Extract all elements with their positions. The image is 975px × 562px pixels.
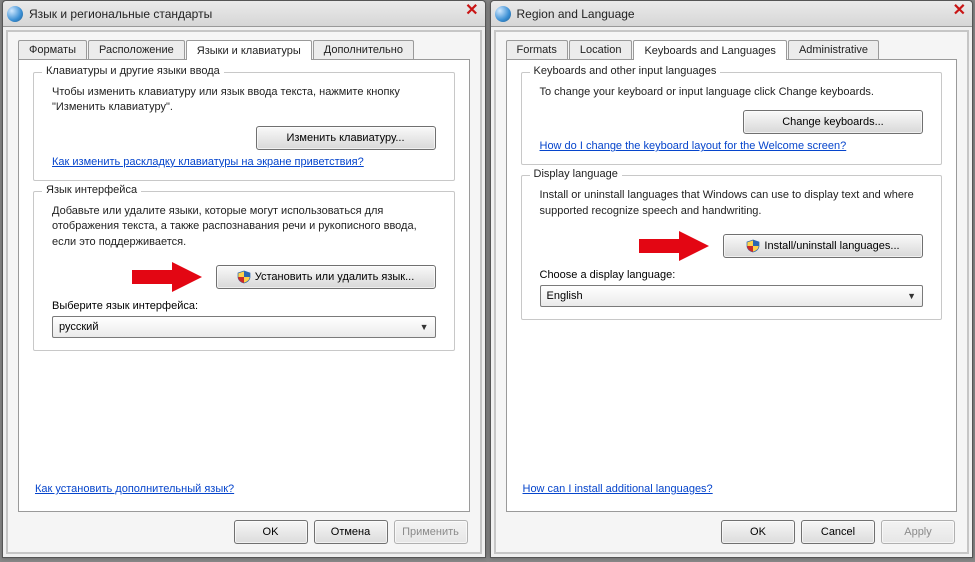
tab-keyboards-languages[interactable]: Языки и клавиатуры [186, 40, 312, 60]
apply-button: Применить [394, 520, 468, 544]
tab-formats[interactable]: Форматы [18, 40, 87, 59]
group-keyboards: Клавиатуры и другие языки ввода Чтобы из… [33, 72, 455, 181]
display-language-value: русский [59, 321, 98, 333]
globe-icon [7, 6, 23, 22]
group-display-language-desc: Добавьте или удалите языки, которые могу… [52, 204, 444, 250]
tab-administrative[interactable]: Дополнительно [313, 40, 414, 59]
red-arrow-icon [639, 229, 709, 263]
install-additional-link[interactable]: Как установить дополнительный язык? [35, 483, 455, 495]
tab-strip: Formats Location Keyboards and Languages… [506, 40, 958, 59]
install-uninstall-label: Установить или удалить язык... [255, 271, 415, 283]
chevron-down-icon: ▼ [907, 291, 916, 301]
group-display-language: Display language Install or uninstall la… [521, 175, 943, 320]
install-uninstall-label: Install/uninstall languages... [764, 240, 899, 252]
window-region-ru: Язык и региональные стандарты ✕ Форматы … [2, 0, 486, 558]
group-keyboards-desc: Чтобы изменить клавиатуру или язык ввода… [52, 85, 444, 116]
group-display-language: Язык интерфейса Добавьте или удалите язы… [33, 191, 455, 351]
choose-language-label: Выберите язык интерфейса: [52, 300, 444, 312]
globe-icon [495, 6, 511, 22]
tab-keyboards-languages[interactable]: Keyboards and Languages [633, 40, 787, 60]
change-keyboards-button[interactable]: Изменить клавиатуру... [256, 126, 436, 150]
group-keyboards-title: Keyboards and other input languages [530, 65, 721, 77]
shield-icon [237, 270, 251, 284]
titlebar[interactable]: Язык и региональные стандарты ✕ [3, 1, 485, 27]
apply-button: Apply [881, 520, 955, 544]
chevron-down-icon: ▼ [420, 322, 429, 332]
group-keyboards-title: Клавиатуры и другие языки ввода [42, 65, 224, 77]
welcome-screen-link[interactable]: Как изменить раскладку клавиатуры на экр… [52, 156, 364, 168]
cancel-button[interactable]: Cancel [801, 520, 875, 544]
tab-strip: Форматы Расположение Языки и клавиатуры … [18, 40, 470, 59]
close-icon[interactable]: ✕ [465, 3, 478, 19]
display-language-dropdown[interactable]: English ▼ [540, 285, 924, 307]
tab-location[interactable]: Location [569, 40, 633, 59]
tab-formats[interactable]: Formats [506, 40, 568, 59]
welcome-screen-link[interactable]: How do I change the keyboard layout for … [540, 140, 847, 152]
client-area: Formats Location Keyboards and Languages… [494, 30, 970, 554]
titlebar[interactable]: Region and Language ✕ [491, 1, 973, 27]
group-display-language-desc: Install or uninstall languages that Wind… [540, 188, 932, 219]
change-keyboards-button[interactable]: Change keyboards... [743, 110, 923, 134]
install-uninstall-languages-button[interactable]: Установить или удалить язык... [216, 265, 436, 289]
window-title: Язык и региональные стандарты [29, 7, 212, 21]
tab-content: Keyboards and other input languages To c… [506, 59, 958, 512]
group-keyboards: Keyboards and other input languages To c… [521, 72, 943, 165]
display-language-value: English [547, 290, 583, 302]
cancel-button[interactable]: Отмена [314, 520, 388, 544]
window-title: Region and Language [517, 7, 635, 21]
dialog-button-row: OK Cancel Apply [506, 512, 958, 546]
change-keyboards-label: Change keyboards... [782, 116, 884, 128]
window-region-en: Region and Language ✕ Formats Location K… [490, 0, 974, 558]
tab-administrative[interactable]: Administrative [788, 40, 879, 59]
change-keyboards-label: Изменить клавиатуру... [286, 132, 404, 144]
shield-icon [746, 239, 760, 253]
tab-location[interactable]: Расположение [88, 40, 185, 59]
tab-content: Клавиатуры и другие языки ввода Чтобы из… [18, 59, 470, 512]
ok-button[interactable]: OK [234, 520, 308, 544]
group-display-language-title: Display language [530, 168, 622, 180]
group-display-language-title: Язык интерфейса [42, 184, 141, 196]
group-keyboards-desc: To change your keyboard or input languag… [540, 85, 932, 100]
dialog-button-row: OK Отмена Применить [18, 512, 470, 546]
close-icon[interactable]: ✕ [953, 3, 966, 19]
client-area: Форматы Расположение Языки и клавиатуры … [6, 30, 482, 554]
red-arrow-icon [132, 260, 202, 294]
install-additional-link[interactable]: How can I install additional languages? [523, 483, 943, 495]
ok-button[interactable]: OK [721, 520, 795, 544]
choose-language-label: Choose a display language: [540, 269, 932, 281]
display-language-dropdown[interactable]: русский ▼ [52, 316, 436, 338]
install-uninstall-languages-button[interactable]: Install/uninstall languages... [723, 234, 923, 258]
